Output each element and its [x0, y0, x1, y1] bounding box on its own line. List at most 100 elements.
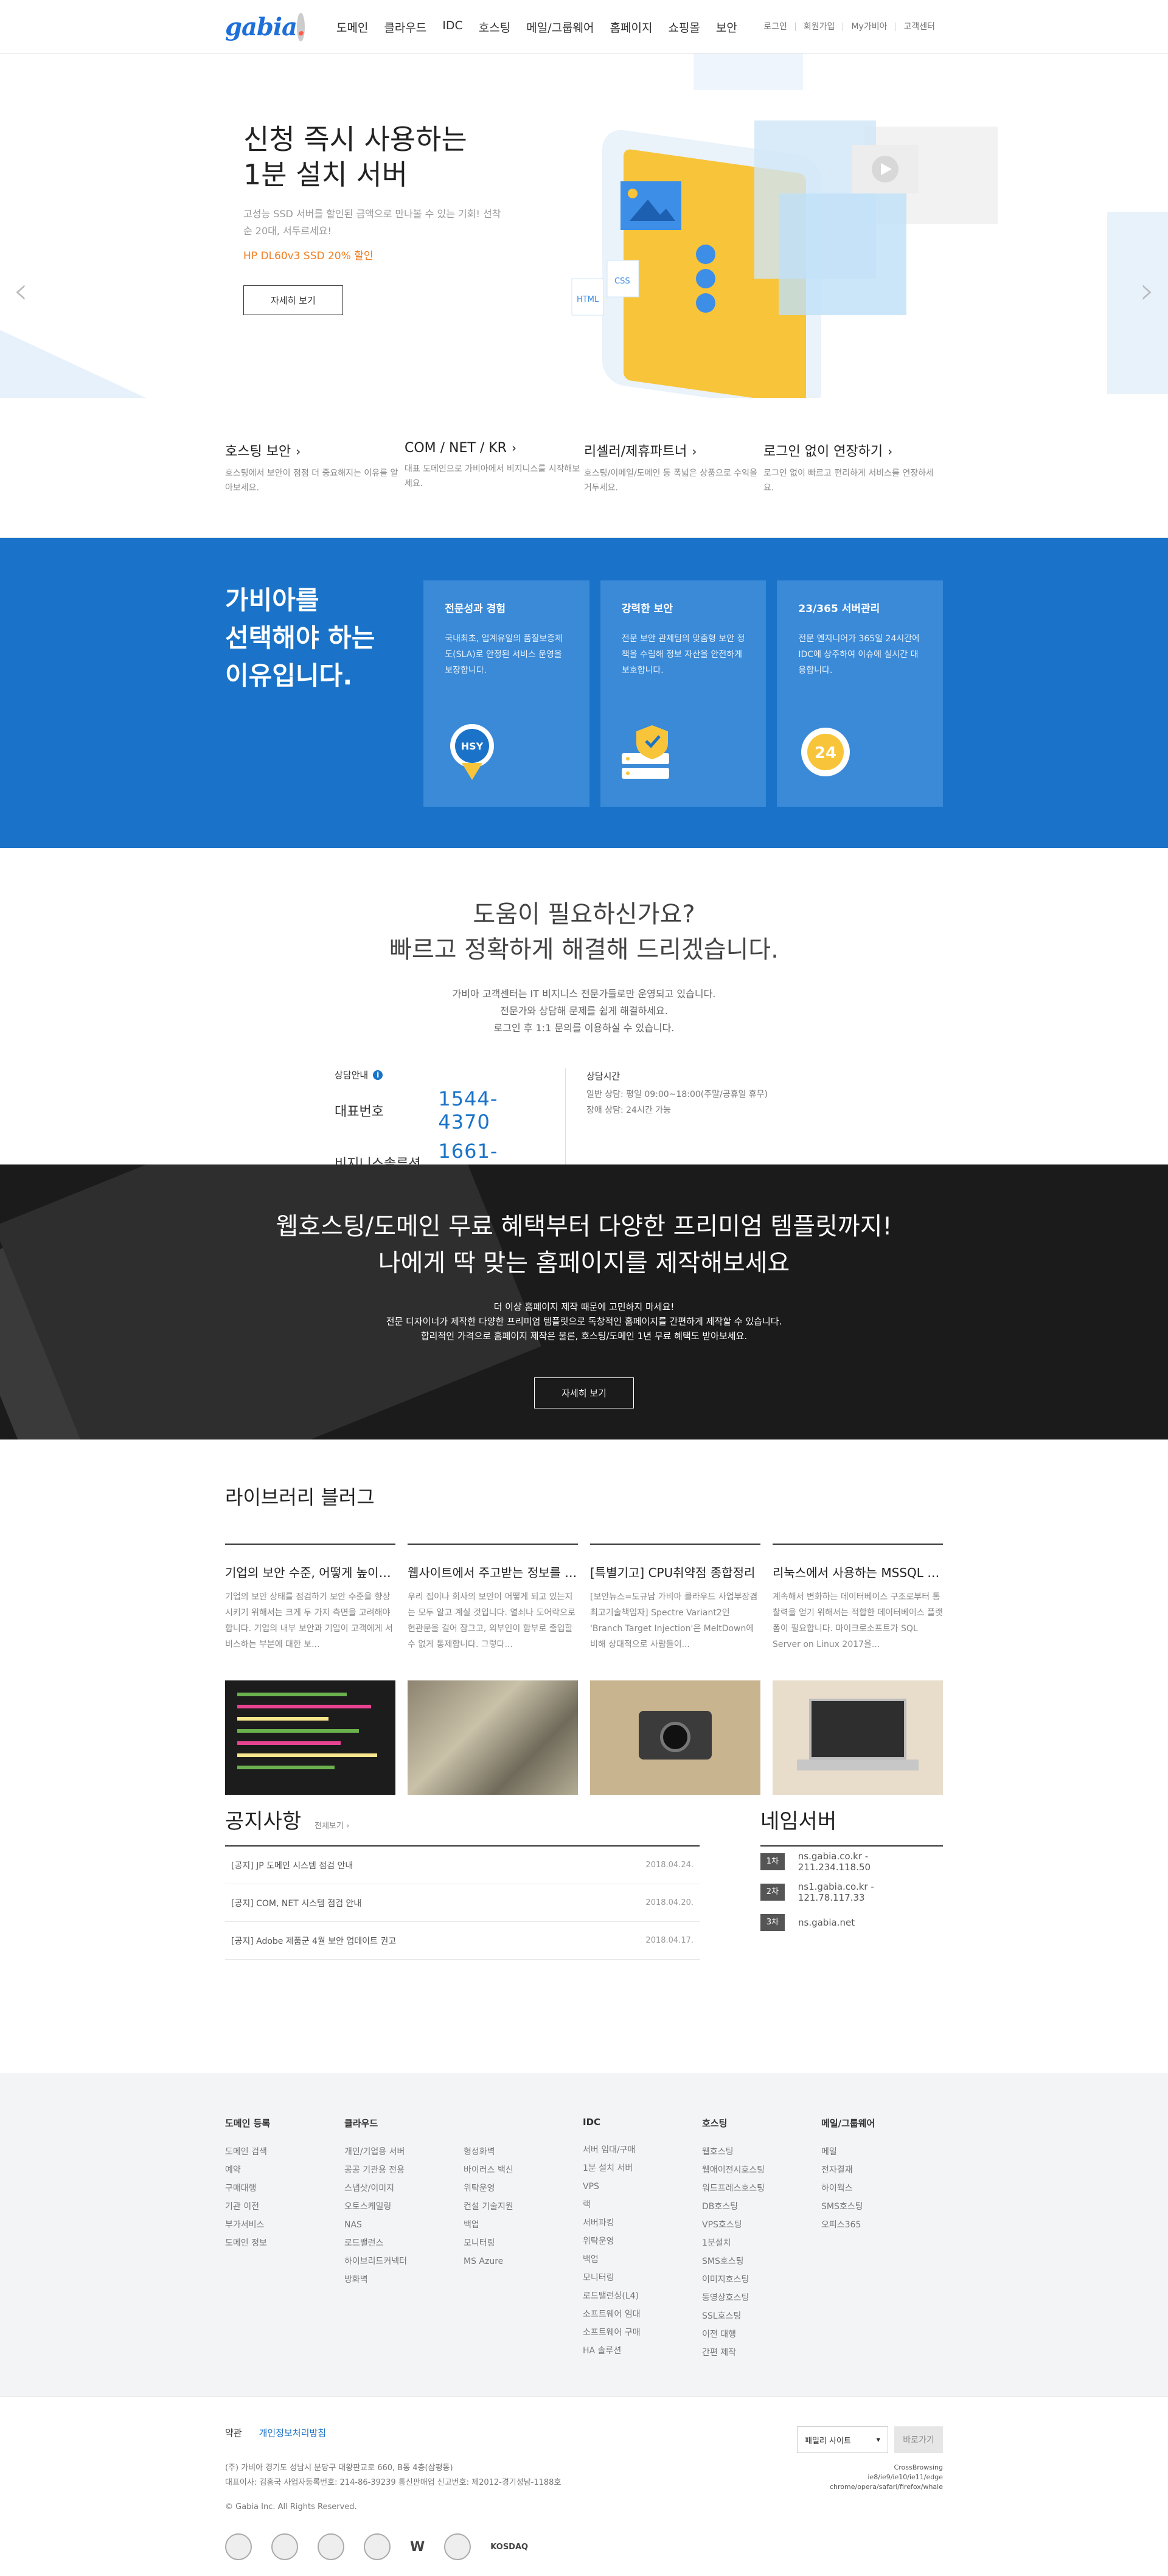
notice-item[interactable]: [공지] JP 도메인 시스템 점검 안내 2018.04.24.: [225, 1847, 700, 1884]
promo-detail-button[interactable]: 자세히 보기: [534, 1377, 634, 1408]
family-site-select[interactable]: 패밀리 사이트 ▾: [797, 2426, 888, 2453]
notice-date: 2018.04.20.: [645, 1898, 693, 1907]
nav-security[interactable]: 보안: [716, 19, 737, 35]
hero-next-arrow[interactable]: ›: [1140, 273, 1155, 309]
code-screen-thumbnail: [225, 1680, 395, 1795]
support-link[interactable]: 고객센터: [895, 23, 943, 31]
mygabia-link[interactable]: My가비아: [843, 23, 895, 31]
sitemap-link[interactable]: 이미지호스팅: [702, 2271, 821, 2289]
sitemap-link[interactable]: 소프트웨어 구매: [583, 2324, 702, 2342]
quick-renew[interactable]: 로그인 없이 연장하기 › 로그인 없이 빠르고 편리하게 서비스를 연장하세요.: [763, 440, 943, 495]
sitemap-link[interactable]: 워드프레스호스팅: [702, 2179, 821, 2198]
info-icon[interactable]: i: [373, 1070, 383, 1080]
nav-homepage[interactable]: 홈페이지: [610, 19, 653, 35]
camera-map-thumbnail: [590, 1680, 760, 1795]
signup-link[interactable]: 회원가입: [794, 23, 843, 31]
library-item[interactable]: 기업의 보안 수준, 어떻게 높이나요? 기업의 보안 상태를 점검하기 보안 …: [225, 1544, 395, 1795]
sitemap-link[interactable]: 메일: [821, 2143, 940, 2161]
sitemap-link[interactable]: 백업: [583, 2251, 702, 2269]
sitemap-link[interactable]: 위탁운영: [583, 2232, 702, 2251]
sitemap-title: 클라우드: [344, 2118, 378, 2129]
sitemap-link[interactable]: 모니터링: [583, 2269, 702, 2287]
sitemap-link[interactable]: 부가서비스: [225, 2216, 344, 2234]
sitemap-link[interactable]: VPS: [583, 2177, 702, 2196]
sitemap-link[interactable]: 하이브리드커넥터: [344, 2252, 464, 2271]
sitemap-link[interactable]: 기관 이전: [225, 2198, 344, 2216]
terms-link[interactable]: 약관: [225, 2426, 242, 2439]
nav-hosting[interactable]: 호스팅: [479, 19, 510, 35]
sitemap-link[interactable]: 소프트웨어 임대: [583, 2305, 702, 2324]
sitemap-link[interactable]: 이전 대행: [702, 2325, 821, 2344]
sitemap-link[interactable]: MS Azure: [464, 2252, 583, 2271]
quick-hosting-security[interactable]: 호스팅 보안 › 호스팅에서 보안이 점점 더 중요해지는 이유를 알아보세요.: [225, 440, 405, 495]
notice-item[interactable]: [공지] Adobe 제품군 4월 보안 업데이트 권고 2018.04.17.: [225, 1922, 700, 1960]
sitemap-link[interactable]: 간편 제작: [702, 2344, 821, 2362]
sitemap-link[interactable]: 전자결재: [821, 2161, 940, 2179]
sitemap-link[interactable]: 백업: [464, 2216, 583, 2234]
sitemap-link[interactable]: 하이웍스: [821, 2179, 940, 2198]
sitemap-link[interactable]: 형성화벽: [464, 2143, 583, 2161]
sitemap-link[interactable]: 서버파킹: [583, 2214, 702, 2232]
sitemap-link[interactable]: 랙: [583, 2196, 702, 2214]
homepage-promo-banner: 웹호스팅/도메인 무료 혜택부터 다양한 프리미엄 템플릿까지! 나에게 딱 맞…: [0, 1164, 1168, 1439]
hero-detail-button[interactable]: 자세히 보기: [243, 285, 343, 315]
family-site-go-button[interactable]: 바로가기: [894, 2426, 943, 2453]
sitemap-link[interactable]: 컨설 기술지원: [464, 2198, 583, 2216]
sitemap-link[interactable]: 스냅샷/이미지: [344, 2179, 464, 2198]
nameserver-value: ns1.gabia.co.kr - 121.78.117.33: [798, 1881, 874, 1903]
sitemap-link[interactable]: 개인/기업용 서버: [344, 2143, 464, 2161]
library-item-desc: 우리 집이나 회사의 보안이 어떻게 되고 있는지는 모두 알고 계실 것입니다…: [408, 1592, 575, 1649]
sitemap-link[interactable]: 오피스365: [821, 2216, 940, 2234]
nav-idc[interactable]: IDC: [442, 19, 463, 35]
library-item[interactable]: 웹사이트에서 주고받는 정보를 안전하게 우리 집이나 회사의 보안이 어떻게 …: [408, 1544, 578, 1795]
library-item[interactable]: 리눅스에서 사용하는 MSSQL 2017 계속해서 변화하는 데이터베이스 구…: [773, 1544, 943, 1795]
notice-item[interactable]: [공지] COM, NET 시스템 점검 안내 2018.04.20.: [225, 1884, 700, 1922]
library-item[interactable]: [특별기고] CPU취약점 종합정리 [보안뉴스=도규남 가비아 클라우드 사업…: [590, 1544, 760, 1795]
sitemap-link[interactable]: 구매대행: [225, 2179, 344, 2198]
sitemap-link[interactable]: SSL호스팅: [702, 2307, 821, 2325]
quick-reseller[interactable]: 리셀러/제휴파트너 › 호스팅/이메일/도메인 등 폭넓은 상품으로 수익을 거두…: [584, 440, 763, 495]
sitemap-link[interactable]: 오토스케일링: [344, 2198, 464, 2216]
nav-cloud[interactable]: 클라우드: [384, 19, 426, 35]
sitemap-link[interactable]: 웹호스팅: [702, 2143, 821, 2161]
sitemap-link[interactable]: NAS: [344, 2216, 464, 2234]
nameserver-head: 네임서버: [760, 1805, 943, 1847]
hero-prev-arrow[interactable]: ‹: [13, 273, 28, 309]
why-card-title: 전문성과 경험: [445, 603, 506, 615]
sitemap-link[interactable]: 1분설치: [702, 2234, 821, 2252]
sitemap-link[interactable]: 바이러스 백신: [464, 2161, 583, 2179]
hero-illustration: HTML CSS: [571, 120, 919, 398]
sitemap-link[interactable]: VPS호스팅: [702, 2216, 821, 2234]
sitemap-link[interactable]: 방화벽: [344, 2271, 464, 2289]
login-link[interactable]: 로그인: [756, 23, 795, 31]
sitemap-link[interactable]: 도메인 검색: [225, 2143, 344, 2161]
sitemap-link[interactable]: 예약: [225, 2161, 344, 2179]
sitemap-title: IDC: [583, 2117, 601, 2128]
sitemap-link[interactable]: SMS호스팅: [702, 2252, 821, 2271]
sitemap-link[interactable]: 위탁운영: [464, 2179, 583, 2198]
nav-mail[interactable]: 메일/그룹웨어: [526, 19, 594, 35]
help-section: 도움이 필요하신가요? 빠르고 정확하게 해결해 드리겠습니다. 가비아 고객센…: [0, 848, 1168, 1192]
sitemap-link[interactable]: 1분 설치 서버: [583, 2159, 702, 2177]
sitemap-link[interactable]: 공공 기관용 전용: [344, 2161, 464, 2179]
nav-domain[interactable]: 도메인: [336, 19, 368, 35]
quick-title: 리셀러/제휴파트너 ›: [584, 440, 763, 460]
sitemap-link[interactable]: 웹애이전시호스팅: [702, 2161, 821, 2179]
sitemap-link[interactable]: DB호스팅: [702, 2198, 821, 2216]
sitemap-link[interactable]: 도메인 정보: [225, 2234, 344, 2252]
sitemap-link[interactable]: HA 솔루션: [583, 2342, 702, 2360]
nav-shop[interactable]: 쇼핑몰: [668, 19, 700, 35]
quick-com-net-kr[interactable]: COM / NET / KR › 대표 도메인으로 가비아에서 비지니스를 시작해…: [405, 440, 584, 495]
sitemap-link[interactable]: 동영상호스팅: [702, 2289, 821, 2307]
sitemap-link[interactable]: 로드밸런싱(L4): [583, 2287, 702, 2305]
chevron-right-icon: ›: [296, 444, 301, 459]
gabia-logo[interactable]: gabia.: [225, 12, 305, 41]
quick-title-text: 로그인 없이 연장하기: [763, 444, 883, 459]
notice-more-link[interactable]: 전체보기 ›: [315, 1819, 349, 1831]
sitemap-link[interactable]: 모니터링: [464, 2234, 583, 2252]
sitemap-link[interactable]: SMS호스팅: [821, 2198, 940, 2216]
sitemap-link[interactable]: 로드밸런스: [344, 2234, 464, 2252]
sitemap-link[interactable]: 서버 임대/구매: [583, 2141, 702, 2159]
privacy-link[interactable]: 개인정보처리방침: [259, 2426, 326, 2439]
hours-line: 일반 상담: 평일 09:00~18:00(주말/공휴일 휴무): [586, 1090, 768, 1099]
